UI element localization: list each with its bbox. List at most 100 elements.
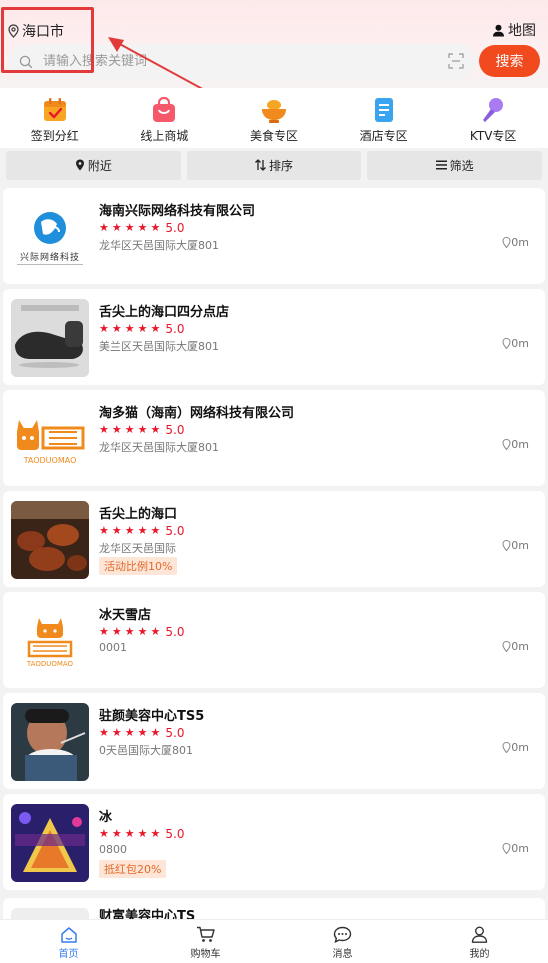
category-checkin[interactable]: 签到分红 [0, 88, 110, 148]
shop-logo: TAODUOMAO [11, 400, 89, 478]
distance-value: 0m [511, 741, 529, 754]
home-icon [60, 927, 77, 943]
shop-address: 0800 [99, 843, 127, 856]
filter-sort-button[interactable]: 排序 [186, 150, 362, 180]
shop-photo [11, 804, 89, 882]
star-icon: ★ [99, 221, 109, 234]
shopping-bag-icon [153, 96, 176, 122]
shop-card[interactable]: 舌尖上的海口四分点店 ★ ★ ★ ★ ★ 5.0 美兰区天邑国际大厦801 0m [3, 289, 545, 385]
distance-value: 0m [511, 236, 529, 249]
star-icon: ★ [150, 827, 161, 840]
shop-name: 驻颜美容中心TS5 [99, 709, 205, 724]
star-icon: ★ [150, 524, 161, 537]
shop-name: 海南兴际网络科技有限公司 [99, 204, 256, 219]
rating-stars: ★ ★ ★ ★ ★ 5.0 [99, 625, 184, 639]
location-pin-icon [75, 159, 84, 171]
shop-distance: 0m [502, 438, 529, 451]
star-icon: ★ [150, 322, 161, 335]
logo-text: TAODUOMAO [26, 660, 74, 668]
microphone-icon [483, 98, 504, 122]
star-icon: ★ [99, 827, 109, 840]
shop-distance: 0m [502, 539, 529, 552]
star-icon: ★ [150, 625, 161, 638]
tab-cart[interactable]: 购物车 [137, 920, 274, 963]
category-bar: 签到分红 线上商城 美食专区 酒店专区 KTV专区 [0, 88, 548, 148]
star-icon: ★ [150, 726, 161, 739]
star-icon: ★ [111, 423, 122, 436]
shop-name: 冰天雪店 [99, 608, 152, 623]
star-icon: ★ [124, 322, 135, 335]
category-label: 美食专区 [249, 129, 298, 143]
tab-messages[interactable]: 消息 [274, 920, 411, 963]
rating-value: 5.0 [165, 423, 185, 437]
star-icon: ★ [137, 322, 148, 335]
shop-distance: 0m [502, 236, 529, 249]
shop-card[interactable]: TAODUOMAO 淘多猫（海南）网络科技有限公司 ★ ★ ★ ★ ★ 5.0 … [3, 390, 545, 486]
category-ktv[interactable]: KTV专区 [438, 88, 548, 148]
shop-name: 舌尖上的海口四分点店 [99, 305, 230, 320]
promo-tag: 活动比例10% [99, 557, 178, 575]
shop-distance: 0m [502, 842, 529, 855]
shop-name: 舌尖上的海口 [99, 507, 178, 522]
rating-value: 5.0 [165, 625, 185, 639]
star-icon: ★ [99, 423, 109, 436]
star-icon: ★ [137, 221, 148, 234]
distance-value: 0m [511, 842, 529, 855]
rating-value: 5.0 [165, 322, 185, 336]
shop-card[interactable]: 舌尖上的海口 ★ ★ ★ ★ ★ 5.0 龙华区天邑国际 活动比例10% 0m [3, 491, 545, 587]
rating-stars: ★ ★ ★ ★ ★ 5.0 [99, 524, 184, 538]
shop-logo: TAODUOMAO [11, 602, 89, 680]
star-icon: ★ [99, 625, 109, 638]
category-label: 签到分红 [30, 129, 79, 143]
user-icon [471, 926, 488, 943]
star-icon: ★ [111, 726, 122, 739]
star-icon: ★ [124, 524, 135, 537]
shop-card[interactable]: 驻颜美容中心TS5 ★ ★ ★ ★ ★ 5.0 0天邑国际大厦801 0m [3, 693, 545, 789]
rating-stars: ★ ★ ★ ★ ★ 5.0 [99, 221, 184, 235]
star-icon: ★ [124, 625, 135, 638]
shop-address: 龙华区天邑国际大厦801 [99, 239, 219, 252]
category-food[interactable]: 美食专区 [219, 88, 329, 148]
category-hotel[interactable]: 酒店专区 [329, 88, 439, 148]
distance-value: 0m [511, 539, 529, 552]
cart-icon [197, 926, 215, 942]
shop-card[interactable]: TAODUOMAO 冰天雪店 ★ ★ ★ ★ ★ 5.0 0001 0m [3, 592, 545, 688]
tab-profile[interactable]: 我的 [411, 920, 548, 963]
shop-card[interactable]: 兴际网络科技 海南兴际网络科技有限公司 ★ ★ ★ ★ ★ 5.0 龙华区天邑国… [3, 188, 545, 284]
filter-label: 附近 [87, 158, 112, 173]
star-icon: ★ [150, 221, 161, 234]
star-icon: ★ [111, 625, 122, 638]
rating-value: 5.0 [165, 726, 185, 740]
distance-value: 0m [511, 640, 529, 653]
shop-distance: 0m [502, 337, 529, 350]
location-pin-icon [502, 439, 511, 450]
rating-stars: ★ ★ ★ ★ ★ 5.0 [99, 726, 184, 740]
shop-distance: 0m [502, 640, 529, 653]
star-icon: ★ [124, 827, 135, 840]
tab-label: 消息 [332, 949, 353, 960]
star-icon: ★ [137, 524, 148, 537]
tab-label: 首页 [58, 949, 79, 960]
shop-name: 冰 [99, 810, 113, 825]
shop-address: 美兰区天邑国际大厦801 [99, 340, 219, 353]
rating-value: 5.0 [165, 827, 185, 841]
food-bowl-icon [261, 100, 286, 123]
rating-stars: ★ ★ ★ ★ ★ 5.0 [99, 322, 184, 336]
filter-screen-button[interactable]: 筛选 [367, 150, 543, 180]
star-icon: ★ [111, 827, 122, 840]
tab-home[interactable]: 首页 [0, 920, 137, 963]
category-label: 线上商城 [140, 129, 189, 143]
rating-stars: ★ ★ ★ ★ ★ 5.0 [99, 827, 184, 841]
category-label: 酒店专区 [359, 129, 408, 143]
location-pin-icon [502, 742, 511, 753]
shop-address: 0001 [99, 641, 127, 654]
shop-name: 淘多猫（海南）网络科技有限公司 [99, 406, 295, 421]
tab-label: 我的 [469, 949, 490, 960]
category-mall[interactable]: 线上商城 [110, 88, 220, 148]
filter-label: 排序 [269, 158, 294, 173]
shop-card[interactable]: 冰 ★ ★ ★ ★ ★ 5.0 0800 抵红包20% 0m [3, 794, 545, 890]
filter-nearby-button[interactable]: 附近 [6, 150, 181, 180]
shop-distance: 0m [502, 741, 529, 754]
distance-value: 0m [511, 337, 529, 350]
promo-tag: 抵红包20% [99, 860, 167, 878]
